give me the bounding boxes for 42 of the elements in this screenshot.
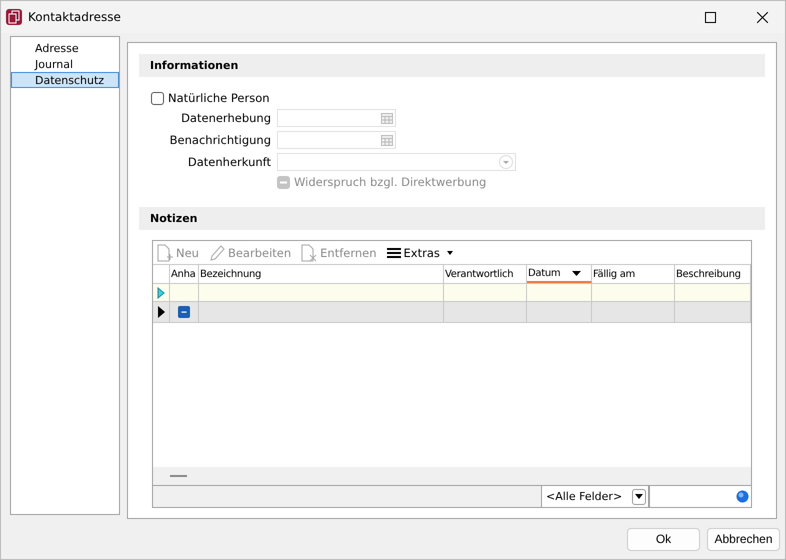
app-icon: [6, 9, 22, 25]
pencil-icon: [208, 244, 225, 262]
column-header[interactable]: Beschreibung: [675, 265, 751, 283]
section-header: Notizen: [139, 207, 765, 230]
collapse-icon[interactable]: [178, 306, 190, 318]
dialog-button[interactable]: Ok: [627, 528, 700, 550]
field-label: Datenerhebung: [180, 111, 271, 125]
window-title: Kontaktadresse: [28, 10, 122, 24]
section-header: Informationen: [139, 54, 765, 77]
current-row-indicator-icon: [158, 306, 164, 318]
natural-person-checkbox[interactable]: Natürliche Person: [151, 91, 765, 105]
calendar-icon[interactable]: [381, 134, 393, 146]
minus-icon: [280, 180, 287, 184]
caret-icon: [446, 250, 453, 254]
column-header[interactable]: Fällig am: [592, 265, 675, 283]
dash-icon: [170, 475, 187, 477]
column-header[interactable]: Anha: [170, 265, 199, 283]
toolbar-button[interactable]: Extras: [386, 246, 453, 260]
new-row-indicator-icon: [157, 286, 165, 298]
date-field[interactable]: [277, 131, 396, 149]
date-field[interactable]: [277, 109, 396, 127]
maximize-icon: [704, 12, 716, 22]
field-label: Datenherkunft: [186, 155, 271, 169]
navigation-item[interactable]: Journal: [11, 56, 119, 72]
column-header[interactable]: Verantwortlich: [444, 265, 527, 283]
dropdown-button[interactable]: [632, 488, 646, 504]
dialog-button[interactable]: Abbrechen: [707, 528, 780, 550]
search-field[interactable]: [649, 486, 751, 507]
dropdown-field[interactable]: [277, 153, 516, 171]
close-icon: [756, 12, 768, 22]
column-header[interactable]: Bezeichnung: [199, 265, 444, 283]
delete-page-icon: [301, 244, 318, 262]
globe-icon[interactable]: [736, 490, 749, 503]
calendar-icon[interactable]: [381, 112, 393, 124]
new-page-icon: [157, 244, 173, 262]
sort-arrow-icon: [572, 270, 582, 276]
caret-icon: [635, 494, 643, 499]
navigation-item[interactable]: Datenschutz: [11, 72, 119, 88]
navigation-item[interactable]: Adresse: [11, 40, 119, 56]
menu-icon: [386, 246, 401, 258]
filter-dropdown[interactable]: <Alle Felder>: [541, 486, 649, 507]
field-label: Benachrichtigung: [168, 133, 271, 147]
